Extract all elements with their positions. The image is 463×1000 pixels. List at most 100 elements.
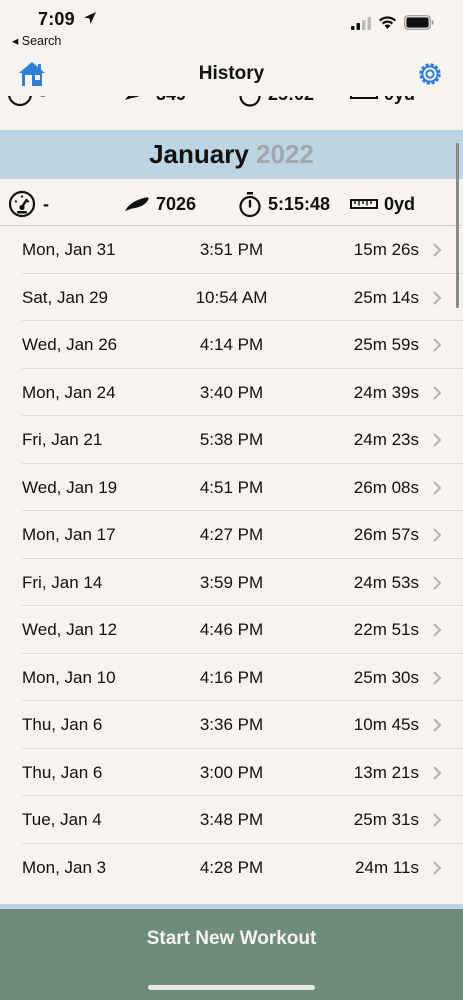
ruler-icon (350, 199, 378, 209)
workout-duration: 25m 30s (353, 667, 419, 687)
workout-time: 5:38 PM (199, 430, 264, 449)
workout-time: 3:00 PM (199, 762, 264, 782)
chevron-right-icon (433, 671, 441, 684)
workout-duration: 24m 11s (355, 857, 419, 877)
workout-time: 3:59 PM (199, 572, 264, 592)
workout-duration: 10m 45s (353, 715, 419, 734)
workout-duration: 25m 59s (353, 335, 419, 354)
workout-date: Wed, Jan 19 (22, 477, 118, 497)
workout-duration: 13m 21s (353, 762, 419, 782)
workout-date: Mon, Jan 31 (22, 240, 116, 259)
workout-row[interactable]: Wed, Jan 12 4:46 PM 22m 51s (0, 606, 463, 654)
chevron-right-icon (433, 623, 441, 637)
chevron-right-icon (433, 481, 441, 494)
stopwatch-icon (239, 191, 261, 217)
oar-icon (125, 197, 149, 211)
chevron-right-icon (433, 528, 441, 542)
workout-duration: 26m 57s (353, 525, 419, 544)
workout-row[interactable]: Thu, Jan 6 3:36 PM 10m 45s (0, 701, 463, 749)
workout-row[interactable]: Mon, Jan 3 4:28 PM 24m 11s (0, 844, 463, 892)
navigation-bar: History (0, 54, 463, 96)
workout-date: Wed, Jan 12 (22, 620, 118, 639)
workout-time: 4:14 PM (199, 335, 264, 354)
chevron-right-icon (433, 576, 441, 589)
workout-date: Wed, Jan 26 (22, 335, 118, 354)
workout-date: Fri, Jan 21 (22, 430, 103, 449)
workout-time: 4:46 PM (199, 620, 264, 639)
chevron-right-icon (433, 766, 441, 779)
workout-time: 3:51 PM (199, 240, 264, 259)
speedometer-icon (8, 190, 36, 218)
workout-duration: 25m 31s (353, 810, 419, 829)
workout-row[interactable]: Tue, Jan 4 3:48 PM 25m 31s (0, 796, 463, 844)
workout-row[interactable]: Thu, Jan 6 3:00 PM 13m 21s (0, 749, 463, 797)
distance-stat: 0yd (350, 182, 415, 226)
month-name: January (149, 139, 249, 169)
workout-time: 3:48 PM (199, 810, 264, 829)
workout-row[interactable]: Wed, Jan 19 4:51 PM 26m 08s (0, 464, 463, 512)
workout-date: Thu, Jan 6 (22, 715, 103, 734)
workout-duration: 26m 08s (353, 477, 419, 497)
workout-time: 4:27 PM (199, 525, 264, 544)
workout-duration: 15m 26s (353, 240, 419, 259)
distance-value: 0yd (384, 193, 416, 214)
time-value: 5:15:48 (268, 193, 331, 214)
workout-row[interactable]: Fri, Jan 14 3:59 PM 24m 53s (0, 559, 463, 607)
effort-stat: - (7, 182, 49, 226)
workout-row[interactable]: Wed, Jan 26 4:14 PM 25m 59s (0, 321, 463, 369)
workout-date: Tue, Jan 4 (22, 810, 102, 829)
start-new-workout-label: Start New Workout (146, 928, 317, 949)
chevron-right-icon (433, 718, 441, 732)
workout-row[interactable]: Mon, Jan 24 3:40 PM 24m 39s (0, 369, 463, 417)
workout-row[interactable]: Fri, Jan 21 5:38 PM 24m 23s (0, 416, 463, 464)
workout-duration: 25m 14s (353, 287, 419, 307)
gear-icon (419, 63, 441, 85)
workout-time: 3:36 PM (199, 715, 264, 734)
settings-button[interactable] (416, 60, 444, 93)
wifi-icon (379, 16, 396, 29)
workout-row[interactable]: Mon, Jan 10 4:16 PM 25m 30s (0, 654, 463, 702)
workout-date: Thu, Jan 6 (22, 762, 103, 782)
start-new-workout-button[interactable]: Start New Workout (0, 909, 463, 1000)
effort-value: - (43, 193, 49, 214)
workout-date: Fri, Jan 14 (22, 572, 103, 592)
workout-duration: 24m 39s (353, 382, 419, 402)
workout-time: 4:16 PM (199, 667, 264, 687)
workout-row[interactable]: Mon, Jan 17 4:27 PM 26m 57s (0, 511, 463, 559)
month-section-header: January 2022 (0, 130, 463, 179)
workout-time: 4:51 PM (199, 477, 264, 497)
back-to-search-link[interactable]: ◂ Search (12, 33, 61, 48)
chevron-right-icon (433, 813, 441, 827)
chevron-right-icon (433, 386, 441, 399)
chevron-right-icon (433, 291, 441, 304)
workout-time: 10:54 AM (195, 287, 268, 307)
workout-duration: 24m 23s (353, 430, 419, 449)
workout-time: 4:28 PM (199, 857, 264, 877)
strokes-value: 7026 (156, 193, 197, 214)
home-indicator (148, 985, 315, 990)
workout-list: Mon, Jan 31 3:51 PM 15m 26s Sat, Jan 29 10:5… (0, 226, 463, 891)
month-summary: - 7026 5:15:48 0yd (0, 182, 463, 226)
chevron-right-icon (433, 338, 441, 352)
page-title: History (198, 63, 265, 84)
cellular-signal-icon (351, 17, 371, 30)
workout-date: Mon, Jan 3 (22, 857, 107, 877)
month-year: 2022 (256, 139, 314, 169)
status-time: 7:09 (38, 9, 75, 29)
strokes-stat: 7026 (124, 182, 196, 226)
chevron-right-icon (433, 861, 441, 874)
workout-row[interactable]: Sat, Jan 29 10:54 AM 25m 14s (0, 274, 463, 322)
workout-duration: 24m 53s (353, 572, 419, 592)
location-arrow-icon (84, 12, 96, 24)
battery-icon (404, 15, 434, 30)
scroll-indicator[interactable] (456, 143, 459, 308)
status-bar: 7:09 ◂ Search (0, 0, 463, 54)
workout-date: Mon, Jan 17 (22, 525, 116, 544)
workout-date: Sat, Jan 29 (22, 287, 109, 307)
workout-row[interactable]: Mon, Jan 31 3:51 PM 15m 26s (0, 226, 463, 274)
chevron-right-icon (433, 433, 441, 447)
chevron-right-icon (433, 243, 441, 257)
workout-date: Mon, Jan 10 (22, 667, 116, 687)
workout-time: 3:40 PM (199, 382, 264, 402)
workout-date: Mon, Jan 24 (22, 382, 116, 402)
